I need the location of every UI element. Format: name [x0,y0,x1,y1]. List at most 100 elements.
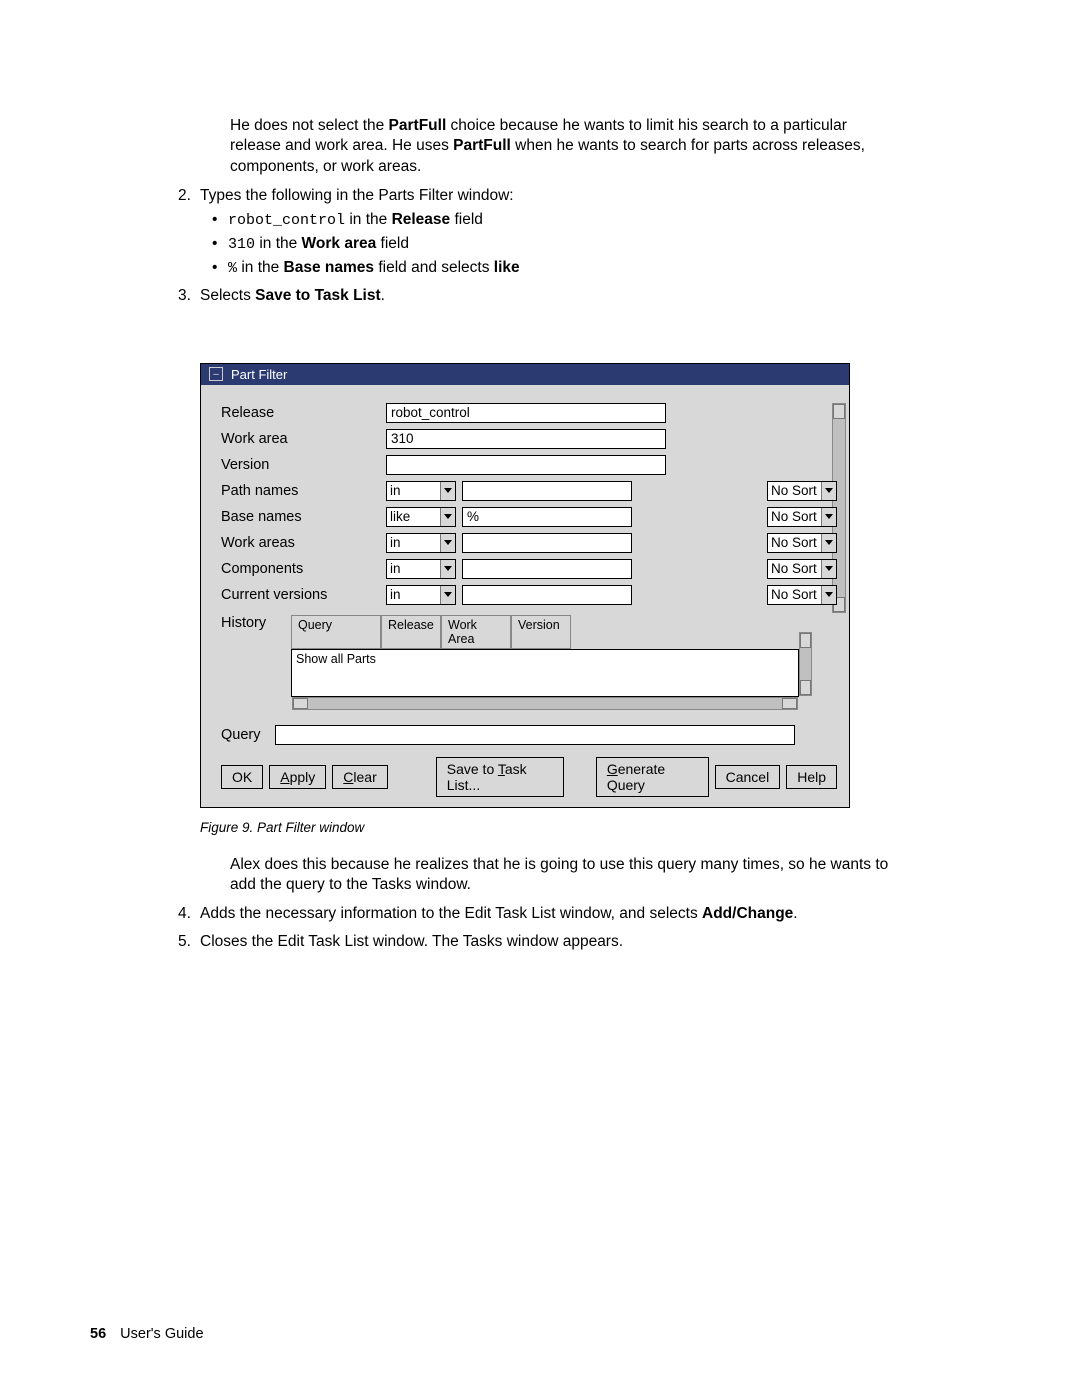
label-version: Version [221,457,386,473]
part-filter-window: – Part Filter Release robot_control Work… [200,363,850,808]
chevron-down-icon [444,514,452,519]
workarea-input[interactable]: 310 [386,429,666,449]
label-history: History [221,615,291,697]
ok-button[interactable]: OK [221,765,263,789]
label-basenames: Base names [221,509,386,525]
text: . [381,287,385,304]
label-components: Components [221,561,386,577]
header-release[interactable]: Release [381,615,441,649]
history-vscroll[interactable] [799,632,812,696]
chevron-down-icon [825,514,833,519]
bold-term: PartFull [389,117,447,134]
currentversions-value-input[interactable] [462,585,632,605]
op-value: in [390,587,401,602]
help-button[interactable]: Help [786,765,837,789]
text: Adds the necessary information to the Ed… [200,905,702,922]
chevron-down-icon [825,592,833,597]
step-lead: Types the following in the Parts Filter … [200,187,514,204]
figure-caption: Figure 9. Part Filter window [200,820,970,835]
page-footer: 56 User's Guide [90,1326,204,1342]
label-currentversions: Current versions [221,587,386,603]
currentversions-sort-select[interactable]: No Sort [767,585,837,605]
text: in the [345,211,392,228]
chevron-down-icon [444,540,452,545]
header-query[interactable]: Query [291,615,381,649]
step-number: 3. [178,284,191,307]
page-number: 56 [90,1326,106,1342]
sort-value: No Sort [771,587,817,602]
chevron-down-icon [444,488,452,493]
op-value: like [390,509,410,524]
workareas-sort-select[interactable]: No Sort [767,533,837,553]
text: Selects [200,287,255,304]
components-value-input[interactable] [462,559,632,579]
field-name: Work area [302,235,377,252]
history-listbox[interactable]: Show all Parts [291,649,799,697]
step-2: 2. Types the following in the Parts Filt… [200,184,900,280]
chevron-down-icon [444,566,452,571]
bullet-release: robot_control in the Release field [228,208,900,232]
query-input[interactable] [275,725,795,745]
basenames-value-input[interactable]: % [462,507,632,527]
sort-value: No Sort [771,561,817,576]
code: 310 [228,236,255,253]
text: field [376,235,409,252]
text: . [793,905,797,922]
chevron-down-icon [825,540,833,545]
titlebar: – Part Filter [201,364,849,385]
clear-button[interactable]: Clear [332,765,387,789]
sort-value: No Sort [771,509,817,524]
basenames-sort-select[interactable]: No Sort [767,507,837,527]
header-workarea[interactable]: Work Area [441,615,511,649]
apply-button[interactable]: Apply [269,765,326,789]
history-item[interactable]: Show all Parts [292,650,798,668]
op-value: in [390,535,401,550]
system-menu-icon[interactable]: – [209,367,223,381]
components-op-select[interactable]: in [386,559,456,579]
pathnames-op-select[interactable]: in [386,481,456,501]
chevron-down-icon [825,488,833,493]
footer-title: User's Guide [120,1326,203,1342]
text: in the [237,259,284,276]
save-to-task-list-button[interactable]: Save to Task List... [436,757,564,797]
currentversions-op-select[interactable]: in [386,585,456,605]
step-3: 3. Selects Save to Task List. [200,284,900,307]
workareas-op-select[interactable]: in [386,533,456,553]
after-paragraph: Alex does this because he realizes that … [230,855,900,897]
label-query: Query [221,727,261,743]
label-workareas: Work areas [221,535,386,551]
pathnames-value-input[interactable] [462,481,632,501]
text: field [450,211,483,228]
chevron-down-icon [444,592,452,597]
version-input[interactable] [386,455,666,475]
op-value: in [390,561,401,576]
sort-value: No Sort [771,483,817,498]
bullet-workarea: 310 in the Work area field [228,232,900,256]
code: robot_control [228,212,345,229]
header-version[interactable]: Version [511,615,571,649]
workareas-value-input[interactable] [462,533,632,553]
text: He does not select the [230,117,389,134]
step-5: 5. Closes the Edit Task List window. The… [200,930,900,953]
window-title: Part Filter [231,367,287,382]
bold-term: PartFull [453,137,511,154]
basenames-op-select[interactable]: like [386,507,456,527]
history-hscroll[interactable] [292,697,798,710]
text: field and selects [374,259,494,276]
release-input[interactable]: robot_control [386,403,666,423]
step-number: 5. [178,930,191,953]
text: in the [255,235,302,252]
bold-term: like [494,259,520,276]
generate-query-button[interactable]: Generate Query [596,757,709,797]
pathnames-sort-select[interactable]: No Sort [767,481,837,501]
step-number: 2. [178,184,191,207]
cancel-button[interactable]: Cancel [715,765,781,789]
code: % [228,260,237,277]
chevron-down-icon [825,566,833,571]
text: Closes the Edit Task List window. The Ta… [200,933,623,950]
step-number: 4. [178,902,191,925]
op-value: in [390,483,401,498]
components-sort-select[interactable]: No Sort [767,559,837,579]
field-name: Base names [284,259,374,276]
history-headers: Query Release Work Area Version [291,615,799,649]
